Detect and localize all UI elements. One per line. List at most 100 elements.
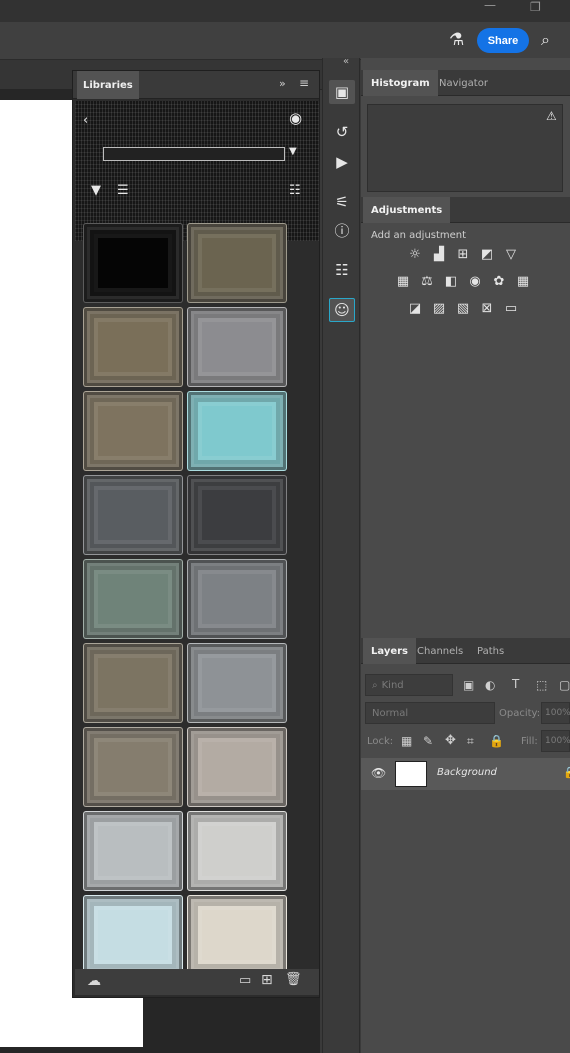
photo-filter-icon[interactable]: ◉ [467,275,483,289]
opacity-field[interactable]: 100% [541,702,570,724]
smart-object-filter-icon[interactable]: ▢ [559,678,570,692]
search-icon[interactable]: ⌕ [541,30,550,50]
lock-all-icon[interactable]: 🔒 [489,734,504,748]
folder-icon[interactable]: ▭ [239,973,251,988]
sort-icon[interactable]: ☰ [117,183,129,198]
type-filter-icon[interactable]: T [512,677,519,691]
lock-position-icon[interactable]: ✥ [445,733,456,748]
gradient-map-icon[interactable]: ▭ [503,302,519,316]
histogram-tabbar: Histogram Navigator [361,70,570,96]
library-selector[interactable] [103,147,285,161]
actions-play-icon[interactable]: ▶ [329,150,355,174]
layer-row-background[interactable]: 👁 Background 🔒 [361,758,570,790]
curves-icon[interactable]: ⊞ [455,248,471,262]
cloud-icon[interactable]: ☁ [87,973,101,989]
info-icon[interactable]: ⓘ [329,218,355,242]
person-icon[interactable]: ☺ [329,298,355,322]
library-color-swatch[interactable] [83,811,183,891]
opacity-label: Opacity: [499,708,541,719]
back-icon[interactable]: ‹ [83,113,88,128]
library-color-swatch[interactable] [83,643,183,723]
collapse-dock-icon[interactable]: « [343,56,349,67]
trash-icon[interactable]: 🗑 [285,972,302,987]
blend-mode-select[interactable]: Normal [365,702,495,724]
channel-mixer-icon[interactable]: ✿ [491,275,507,289]
tab-navigator[interactable]: Navigator [431,70,496,96]
color-balance-icon[interactable]: ⚖ [419,275,435,289]
color-lookup-icon[interactable]: ▦ [515,275,531,289]
hue-saturation-icon[interactable]: ▦ [395,275,411,289]
eye-visibility-icon[interactable]: 👁 [371,766,386,780]
tab-libraries[interactable]: Libraries [77,71,139,99]
search-icon: ⌕ [372,679,378,691]
fill-field[interactable]: 100% [541,730,570,752]
layer-filter-kind[interactable]: ⌕ Kind [365,674,453,696]
libraries-swatch-grid [79,223,311,975]
vibrance-icon[interactable]: ▽ [503,248,519,262]
levels-icon[interactable]: ▟ [431,248,447,262]
lock-transparent-icon[interactable]: ▦ [401,734,412,748]
library-color-swatch[interactable] [187,811,287,891]
layer-thumbnail[interactable] [395,761,427,787]
properties-icon[interactable]: ⚟ [329,190,355,214]
libraries-header-background [75,101,319,241]
list-view-icon[interactable]: ☷ [289,183,301,198]
library-color-swatch[interactable] [187,895,287,975]
library-color-swatch[interactable] [187,559,287,639]
tab-histogram[interactable]: Histogram [363,70,438,96]
library-color-swatch[interactable] [187,223,287,303]
history-icon[interactable]: ↺ [329,120,355,144]
library-color-swatch[interactable] [83,559,183,639]
tab-adjustments[interactable]: Adjustments [363,197,451,223]
collapse-panel-icon[interactable]: » [279,77,286,90]
filter-icon[interactable]: ▼ [91,183,101,198]
restore-icon[interactable]: ❐ [530,0,541,14]
panel-menu-icon[interactable]: ≡ [299,76,309,90]
black-white-icon[interactable]: ◧ [443,275,459,289]
exposure-icon[interactable]: ◩ [479,248,495,262]
add-icon[interactable]: ⊞ [261,972,273,988]
brightness-icon[interactable]: ☼ [407,248,423,262]
library-color-swatch[interactable] [187,643,287,723]
layers-tabbar: Layers Channels Paths [361,638,570,664]
library-color-swatch[interactable] [83,391,183,471]
libraries-footer: ☁ ▭ ⊞ 🗑 [75,969,319,995]
libraries-tabbar: Libraries » ≡ [73,71,319,99]
library-color-swatch[interactable] [83,223,183,303]
lock-label: Lock: [367,736,394,747]
right-panels: Histogram Navigator ⚠ Adjustments Add an… [361,58,570,1053]
selective-color-icon[interactable]: ⊠ [479,302,495,316]
library-color-swatch[interactable] [83,727,183,807]
beaker-icon[interactable]: ⚗ [449,30,464,50]
add-adjustment-label: Add an adjustment [371,230,467,241]
libraries-icon[interactable]: ▣ [329,80,355,104]
layer-lock-icon[interactable]: 🔒 [563,766,570,779]
library-color-swatch[interactable] [187,475,287,555]
invert-icon[interactable]: ◪ [407,302,423,316]
library-color-swatch[interactable] [83,895,183,975]
layer-comps-icon[interactable]: ☷ [329,258,355,282]
library-color-swatch[interactable] [83,475,183,555]
shape-filter-icon[interactable]: ⬚ [536,678,547,692]
account-icon[interactable]: ◉ [289,109,302,127]
adjustments-tabbar: Adjustments [361,197,570,223]
share-button[interactable]: Share [477,28,529,53]
minimize-icon[interactable]: — [484,0,496,12]
library-color-swatch[interactable] [187,307,287,387]
library-color-swatch[interactable] [187,727,287,807]
tab-paths[interactable]: Paths [469,638,512,664]
warning-icon[interactable]: ⚠ [546,109,557,123]
library-color-swatch[interactable] [187,391,287,471]
options-bar: ⚗ Share ⌕ [0,22,570,60]
tab-channels[interactable]: Channels [409,638,471,664]
posterize-icon[interactable]: ▨ [431,302,447,316]
threshold-icon[interactable]: ▧ [455,302,471,316]
lock-artboard-icon[interactable]: ⌗ [467,734,474,749]
pixel-filter-icon[interactable]: ▣ [463,678,474,692]
chevron-down-icon[interactable]: ▼ [289,146,297,157]
library-color-swatch[interactable] [83,307,183,387]
adjustment-filter-icon[interactable]: ◐ [485,678,495,692]
lock-image-icon[interactable]: ✎ [423,734,433,748]
fill-label: Fill: [521,736,538,747]
kind-placeholder: Kind [381,679,404,691]
